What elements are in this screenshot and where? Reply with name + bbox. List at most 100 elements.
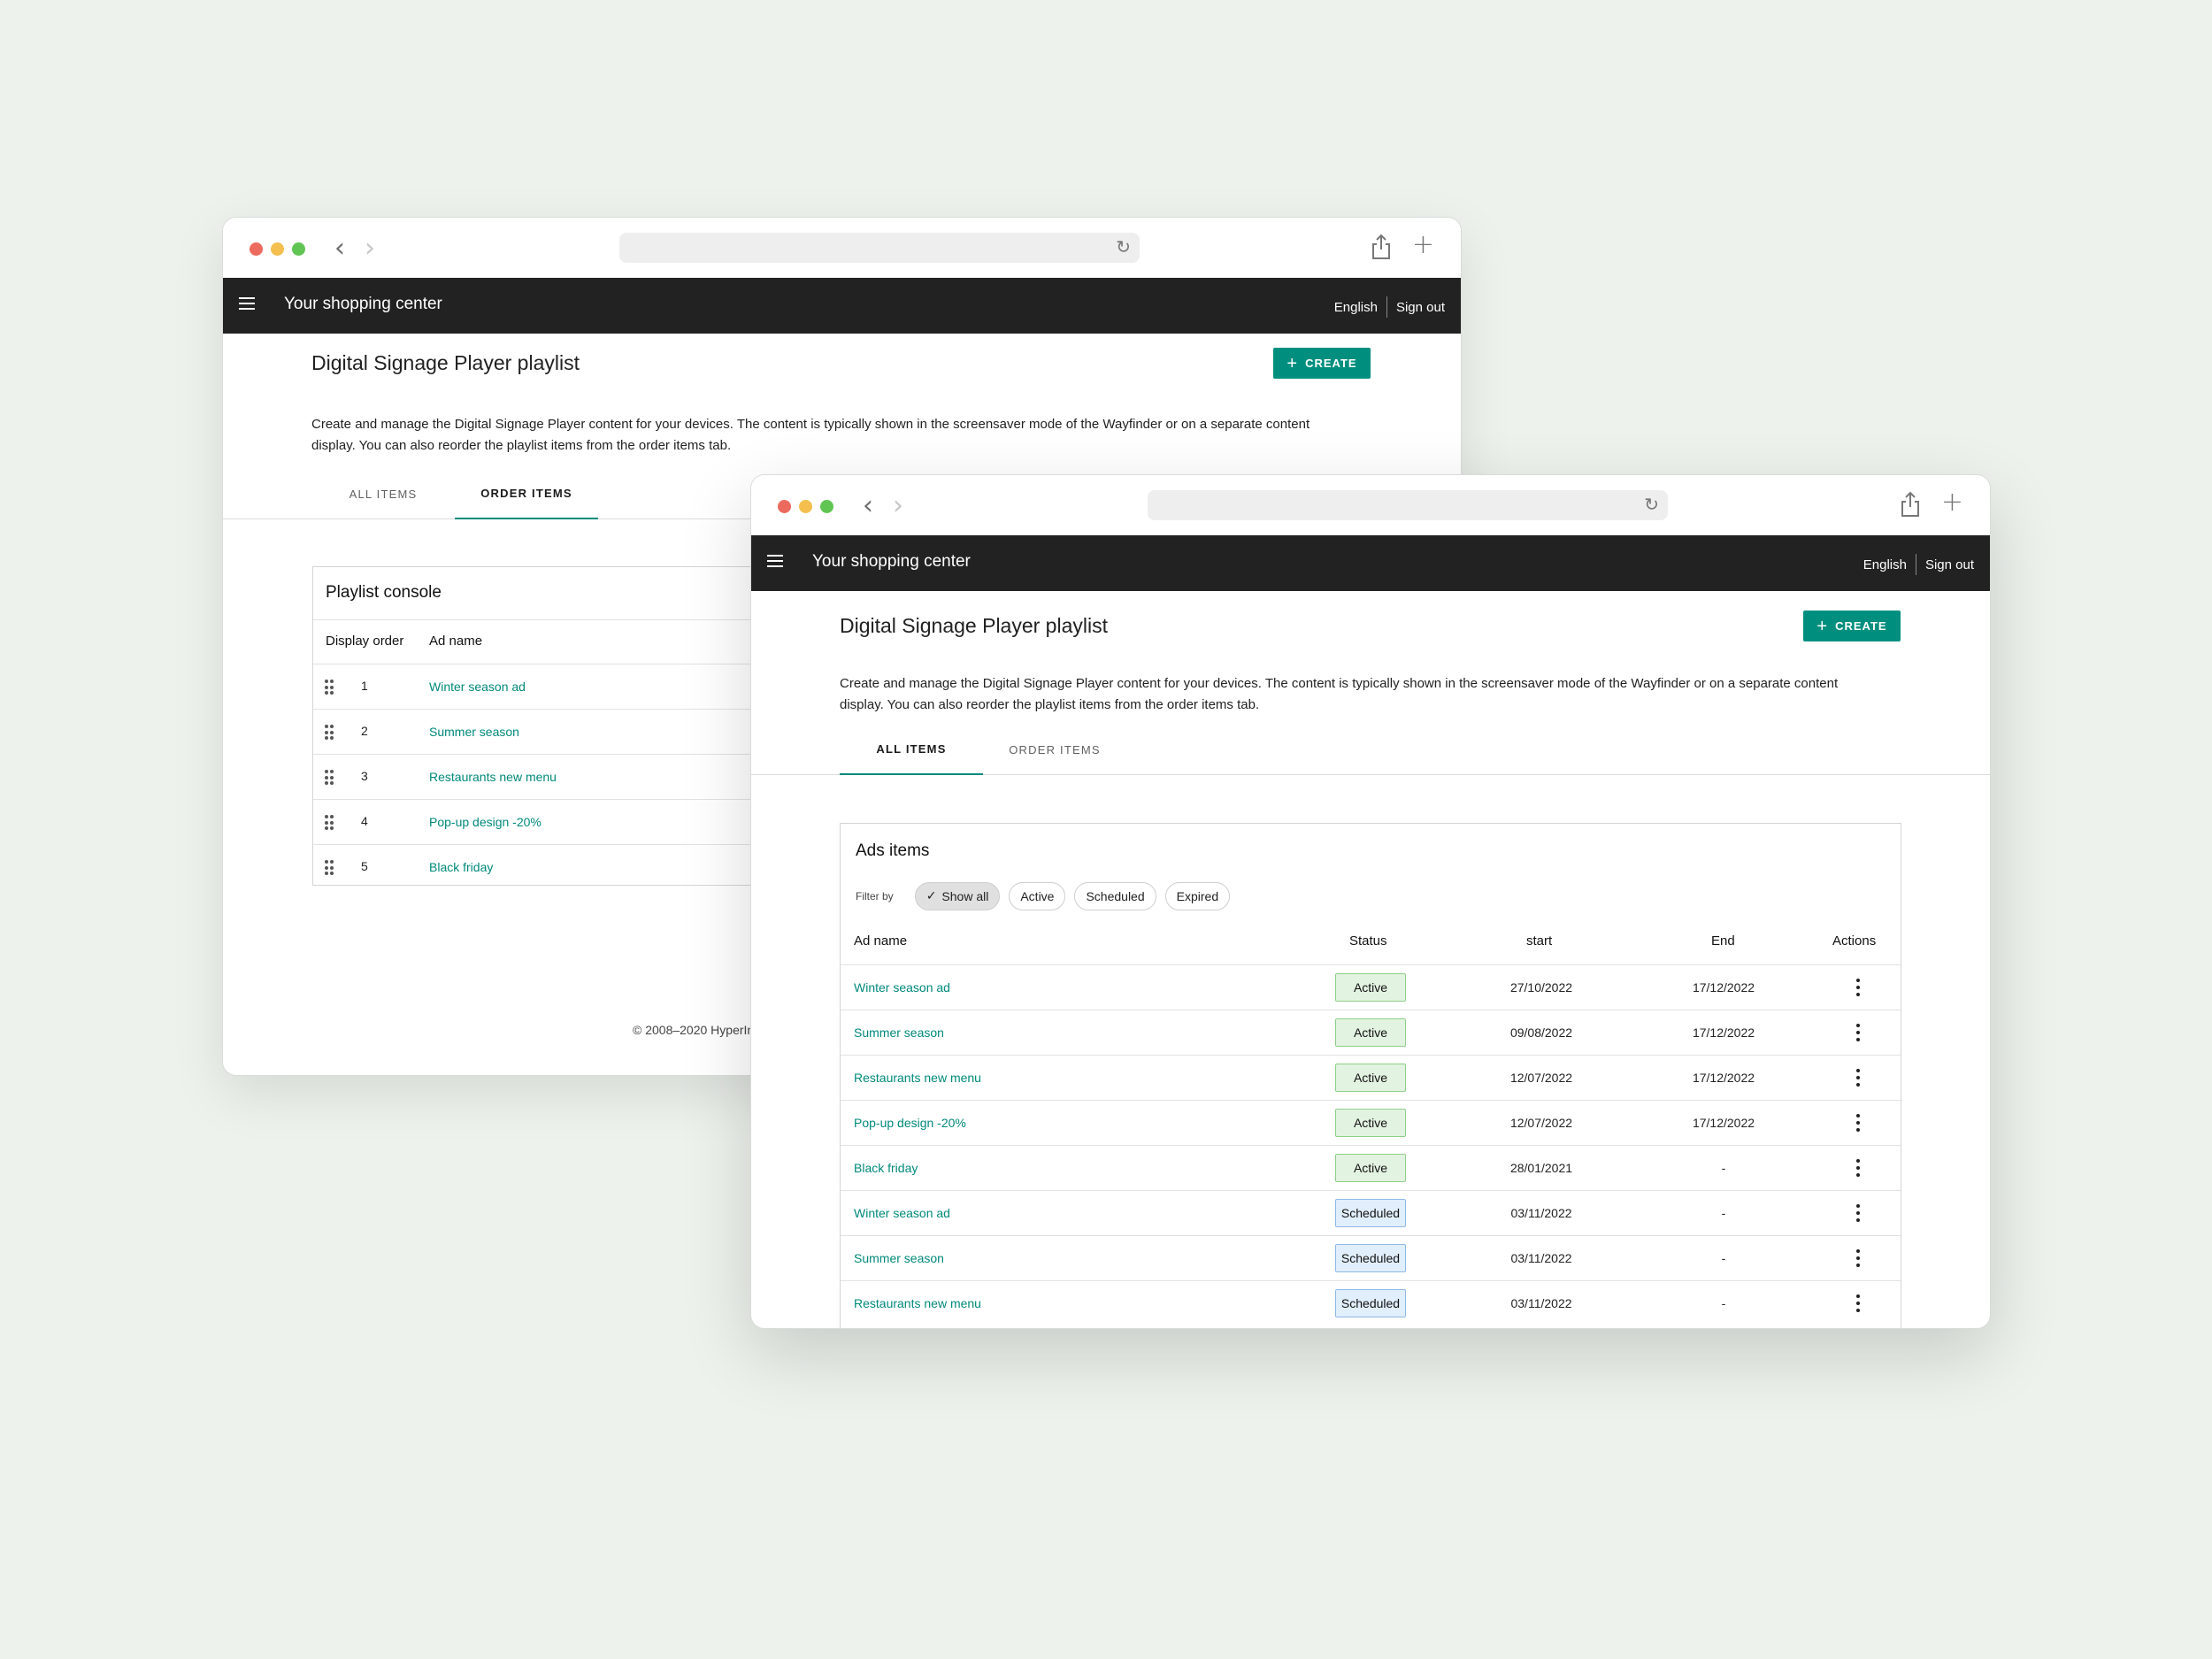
table-row[interactable]: Summer season Active 09/08/2022 17/12/2022 [841,1010,1901,1055]
column-end[interactable]: End [1711,933,1735,949]
table-row[interactable]: Winter season ad Scheduled 03/11/2022 - [841,1190,1901,1235]
browser-chrome: ‹ › ↻ + [751,475,1990,535]
start-date: 03/11/2022 [1510,1206,1572,1220]
maximize-window-button[interactable] [292,242,305,256]
more-vert-icon[interactable] [1855,1204,1862,1222]
end-date: - [1721,1206,1726,1220]
language-selector[interactable]: English [1334,300,1378,315]
close-window-button[interactable] [778,500,791,513]
ad-name-link[interactable]: Summer season [854,1251,944,1265]
display-order: 3 [361,769,368,783]
more-vert-icon[interactable] [1855,1249,1862,1267]
ad-name-link[interactable]: Pop-up design -20% [429,815,541,829]
display-order: 5 [361,859,368,873]
tab-all-items[interactable]: ALL ITEMS [840,724,983,775]
browser-chrome: ‹ › ↻ + [223,218,1461,278]
more-vert-icon[interactable] [1855,1159,1862,1177]
filter-bar: Filter by ✓ Show all Active Scheduled Ex… [856,882,1239,910]
new-tab-icon[interactable]: + [1412,230,1434,260]
app-title: Your shopping center [812,552,971,571]
status-badge: Active [1335,1064,1406,1092]
tab-bar: ALL ITEMS ORDER ITEMS [751,724,1990,775]
minimize-window-button[interactable] [799,500,812,513]
ad-name-link[interactable]: Black friday [429,860,493,874]
table-row[interactable]: Black friday Active 28/01/2021 - [841,1145,1901,1190]
start-date: 09/08/2022 [1509,1025,1573,1040]
menu-icon[interactable] [239,297,255,313]
reload-icon[interactable]: ↻ [1644,494,1659,515]
header-divider [1386,296,1387,318]
maximize-window-button[interactable] [820,500,833,513]
drag-handle-icon[interactable] [325,680,334,695]
drag-handle-icon[interactable] [325,770,334,786]
share-icon[interactable] [1900,490,1921,518]
end-date: 17/12/2022 [1692,1025,1755,1040]
more-vert-icon[interactable] [1855,1069,1862,1087]
more-vert-icon[interactable] [1855,979,1862,996]
start-date: 12/07/2022 [1509,1116,1573,1130]
minimize-window-button[interactable] [271,242,284,256]
more-vert-icon[interactable] [1855,1294,1862,1312]
ad-name-link[interactable]: Summer season [429,725,519,739]
column-status[interactable]: Status [1349,933,1387,949]
sign-out-link[interactable]: Sign out [1925,557,1974,572]
tab-all-items[interactable]: ALL ITEMS [311,468,455,519]
column-display-order: Display order [326,634,404,649]
share-icon[interactable] [1371,233,1392,261]
status-badge: Active [1335,1109,1406,1137]
language-selector[interactable]: English [1863,557,1907,572]
tab-order-items[interactable]: ORDER ITEMS [983,724,1126,775]
column-actions: Actions [1832,933,1877,949]
ad-name-link[interactable]: Winter season ad [854,980,950,995]
card-title: Ads items [856,841,930,860]
column-ad-name[interactable]: Ad name [854,933,907,949]
ad-name-link[interactable]: Restaurants new menu [854,1071,981,1085]
ad-name-link[interactable]: Black friday [854,1161,918,1175]
filter-chip-label: Show all [941,889,989,903]
start-date: 12/07/2022 [1509,1071,1573,1085]
drag-handle-icon[interactable] [325,860,334,876]
address-bar[interactable]: ↻ [619,233,1140,263]
forward-arrow-icon[interactable]: › [893,493,903,519]
tab-order-items[interactable]: ORDER ITEMS [455,468,598,519]
app-title: Your shopping center [284,295,442,313]
card-title: Playlist console [326,583,442,602]
create-button[interactable]: + CREATE [1803,611,1901,641]
end-date: - [1721,1251,1726,1265]
table-row[interactable]: Restaurants new menu Scheduled 03/11/2022 - [841,1280,1901,1325]
table-row[interactable]: Winter season ad Active 27/10/2022 17/12/20… [841,964,1901,1010]
status-badge: Scheduled [1335,1289,1406,1317]
ad-name-link[interactable]: Winter season ad [429,680,526,694]
more-vert-icon[interactable] [1855,1114,1862,1132]
menu-icon[interactable] [767,555,783,571]
table-row[interactable]: Pop-up design -20% Active 12/07/2022 17/12/… [841,1100,1901,1145]
filter-chip-active[interactable]: Active [1009,882,1066,910]
filter-chip-show-all[interactable]: ✓ Show all [914,882,1001,910]
create-button-label: CREATE [1305,357,1357,370]
table-row[interactable]: Restaurants new menu Active 12/07/2022 17/1… [841,1055,1901,1100]
ad-name-link[interactable]: Winter season ad [854,1206,950,1220]
ad-name-link[interactable]: Pop-up design -20% [854,1116,966,1130]
create-button[interactable]: + CREATE [1273,348,1371,379]
back-arrow-icon[interactable]: ‹ [863,493,873,519]
table-row[interactable]: Summer season Scheduled 03/11/2022 - [841,1235,1901,1280]
new-tab-icon[interactable]: + [1941,488,1963,518]
address-bar[interactable]: ↻ [1148,490,1668,520]
start-date: 03/11/2022 [1510,1296,1572,1310]
drag-handle-icon[interactable] [325,815,334,831]
close-window-button[interactable] [250,242,263,256]
filter-chip-expired[interactable]: Expired [1164,882,1231,910]
sign-out-link[interactable]: Sign out [1396,300,1445,315]
column-ad-name: Ad name [429,634,483,649]
column-start[interactable]: start [1526,933,1552,949]
more-vert-icon[interactable] [1855,1024,1862,1041]
filter-chip-scheduled[interactable]: Scheduled [1074,882,1156,910]
ad-name-link[interactable]: Summer season [854,1025,944,1040]
ad-name-link[interactable]: Restaurants new menu [854,1296,981,1310]
back-arrow-icon[interactable]: ‹ [334,235,345,262]
filter-chip-label: Expired [1176,889,1219,903]
reload-icon[interactable]: ↻ [1116,236,1131,257]
drag-handle-icon[interactable] [325,725,334,741]
ad-name-link[interactable]: Restaurants new menu [429,770,557,784]
forward-arrow-icon[interactable]: › [365,235,375,262]
